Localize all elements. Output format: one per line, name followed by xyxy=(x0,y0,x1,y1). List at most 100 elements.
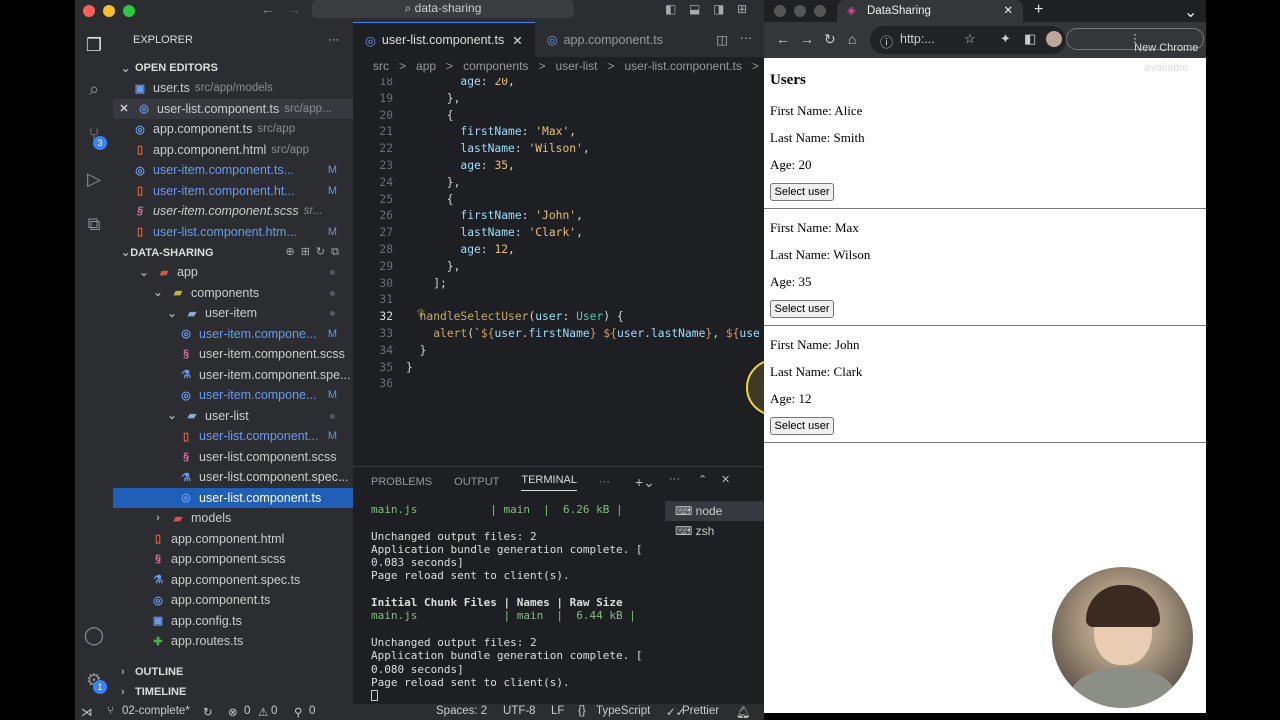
breadcrumb-item[interactable]: user-list xyxy=(555,59,597,73)
minimize-window-button[interactable] xyxy=(794,5,806,17)
side-panel-icon[interactable]: ◧ xyxy=(1024,31,1036,47)
tree-item[interactable]: ◎ user-list.component.ts xyxy=(113,487,353,508)
lightbulb-icon[interactable]: 💡︎ xyxy=(417,307,425,321)
tree-item[interactable]: ⌄ ▰ app xyxy=(113,262,353,283)
code-line[interactable]: }, xyxy=(406,259,461,276)
extensions-icon[interactable]: ✦ xyxy=(1000,31,1011,47)
error-count[interactable]: 0 xyxy=(244,705,250,717)
forward-arrow-icon[interactable]: → xyxy=(287,1,301,17)
close-window-button[interactable] xyxy=(83,5,95,17)
address-bar[interactable]: ⓘ http:... ☆ ✦ ◧ xyxy=(870,26,1066,54)
open-editor-item[interactable]: ▣ user.ts src/app/models xyxy=(113,78,353,99)
tree-item[interactable]: § user-list.component.scss xyxy=(113,447,353,468)
maximize-panel-icon[interactable]: ⌃ xyxy=(698,473,707,486)
toggle-sidebar-icon[interactable]: ◧ xyxy=(665,2,676,16)
open-editor-item[interactable]: ◎ app.component.ts src/app xyxy=(113,119,353,140)
breadcrumb-item[interactable]: src xyxy=(373,59,389,73)
outline-section[interactable]: › OUTLINE xyxy=(113,662,353,682)
sync-icon[interactable]: ↻ xyxy=(203,705,213,719)
warning-count[interactable]: 0 xyxy=(271,705,277,717)
breadcrumb-item[interactable]: user-list.component.ts xyxy=(624,59,741,73)
code-line[interactable]: }, xyxy=(406,175,461,192)
code-line[interactable]: }, xyxy=(406,91,461,108)
open-editor-item[interactable]: § user-item.component.scss sr... xyxy=(113,201,353,222)
tree-item[interactable]: ⚗ app.component.spec.ts xyxy=(113,570,353,591)
tree-item[interactable]: ▣ app.config.ts xyxy=(113,611,353,632)
code-line[interactable]: { xyxy=(406,108,454,125)
accounts-icon[interactable]: ◯ xyxy=(81,622,107,648)
tree-item[interactable]: ⚗ user-list.component.spec... xyxy=(113,467,353,488)
code-line[interactable]: firstName: 'John', xyxy=(406,208,582,225)
zoom-window-button[interactable] xyxy=(814,5,826,17)
close-window-button[interactable] xyxy=(774,5,786,17)
code-line[interactable]: age: 12, xyxy=(406,242,514,259)
ports-count[interactable]: 0 xyxy=(309,705,315,717)
tree-item[interactable]: ⌄ ▰ user-list xyxy=(113,406,353,427)
remote-icon[interactable]: ⋊ xyxy=(81,705,93,719)
minimize-window-button[interactable] xyxy=(103,5,115,17)
tab-terminal[interactable]: TERMINAL xyxy=(521,474,577,491)
notifications-bell-icon[interactable]: 🔔︎ xyxy=(736,705,751,719)
eol-status[interactable]: LF xyxy=(551,705,564,717)
select-user-button[interactable]: Select user xyxy=(770,300,834,318)
code-line[interactable]: alert(`${user.firstName} ${user.lastName… xyxy=(406,326,760,343)
search-icon[interactable]: ⌕ xyxy=(81,76,107,102)
toggle-secondary-sidebar-icon[interactable]: ◨ xyxy=(713,2,724,16)
select-user-button[interactable]: Select user xyxy=(770,417,834,435)
tab-app-component[interactable]: ◎ app.component.ts xyxy=(535,22,675,57)
home-icon[interactable]: ⌂ xyxy=(848,31,856,47)
bookmark-star-icon[interactable]: ☆ xyxy=(964,31,976,47)
tree-item[interactable]: ⚗ user-item.component.spe... xyxy=(113,365,353,386)
code-line[interactable]: age: 35, xyxy=(406,158,514,175)
terminal-node[interactable]: ⌨ node xyxy=(665,501,764,521)
explorer-icon[interactable]: ❐ xyxy=(81,32,107,58)
split-editor-icon[interactable]: ◫ xyxy=(716,32,728,47)
run-debug-icon[interactable]: ▷ xyxy=(81,166,107,192)
code-line[interactable]: lastName: 'Clark', xyxy=(406,225,582,242)
more-actions-icon[interactable]: ··· xyxy=(328,34,339,46)
tree-item[interactable]: › ▰ models xyxy=(113,508,353,529)
indentation-status[interactable]: Spaces: 2 xyxy=(436,705,487,717)
back-icon[interactable]: ← xyxy=(776,31,790,47)
close-editor-icon[interactable]: ✕ xyxy=(117,102,131,115)
new-terminal-icon[interactable]: +⌄ xyxy=(635,474,655,491)
tree-item[interactable]: ▯ user-list.component... M xyxy=(113,426,353,447)
code-line[interactable]: handleSelectUser(user: User) { xyxy=(406,309,624,326)
command-center-search[interactable]: ⌕ data-sharing xyxy=(312,0,574,18)
site-info-icon[interactable]: ⓘ xyxy=(880,32,893,51)
toggle-panel-icon[interactable]: ⬓ xyxy=(689,2,700,16)
tree-item[interactable]: ⌄ ▰ components xyxy=(113,283,353,304)
breadcrumb-item[interactable]: components xyxy=(463,59,528,73)
tab-output[interactable]: OUTPUT xyxy=(454,476,499,488)
code-line[interactable]: ]; xyxy=(406,276,447,293)
tree-item[interactable]: ▯ app.component.html xyxy=(113,529,353,550)
tree-item[interactable]: ⌄ ▰ user-item xyxy=(113,303,353,324)
encoding-status[interactable]: UTF-8 xyxy=(503,705,536,717)
close-tab-icon[interactable]: ✕ xyxy=(512,33,522,48)
open-editor-item[interactable]: ▯ user-list.component.htm... M xyxy=(113,222,353,243)
code-line[interactable]: firstName: 'Max', xyxy=(406,124,576,141)
more-actions-icon[interactable]: ··· xyxy=(669,473,680,485)
open-editor-item[interactable]: ▯ app.component.html src/app xyxy=(113,140,353,161)
tree-item[interactable]: ◎ user-item.compone... M xyxy=(113,324,353,345)
tree-item[interactable]: § user-item.component.scss xyxy=(113,344,353,365)
tree-item[interactable]: ◎ app.component.ts xyxy=(113,590,353,611)
new-tab-icon[interactable]: + xyxy=(1034,1,1043,19)
tab-user-list-component[interactable]: ◎ user-list.component.ts ✕ xyxy=(353,22,535,57)
code-line[interactable]: age: 20, xyxy=(406,78,514,91)
code-line[interactable]: } xyxy=(406,360,413,377)
terminal-zsh[interactable]: ⌨ zsh xyxy=(665,521,764,541)
open-editors-section[interactable]: ⌄ OPEN EDITORS xyxy=(113,58,353,78)
formatter-status[interactable]: Prettier xyxy=(682,705,719,717)
branch-name[interactable]: 02-complete* xyxy=(122,705,190,717)
project-section[interactable]: ⌄DATA-SHARING ⊕⊞↻⧉ xyxy=(113,242,353,262)
open-editor-item[interactable]: ▯ user-item.component.ht... M xyxy=(113,181,353,202)
tab-problems[interactable]: PROBLEMS xyxy=(371,476,432,488)
timeline-section[interactable]: › TIMELINE xyxy=(113,682,353,702)
customize-layout-icon[interactable]: ⊞ xyxy=(737,2,747,16)
more-icon[interactable]: ··· xyxy=(599,476,610,488)
extensions-icon[interactable]: ⧉ xyxy=(81,211,107,237)
tree-item[interactable]: ✚ app.routes.ts xyxy=(113,631,353,652)
code-line[interactable]: { xyxy=(406,192,454,209)
back-arrow-icon[interactable]: ← xyxy=(261,1,275,17)
